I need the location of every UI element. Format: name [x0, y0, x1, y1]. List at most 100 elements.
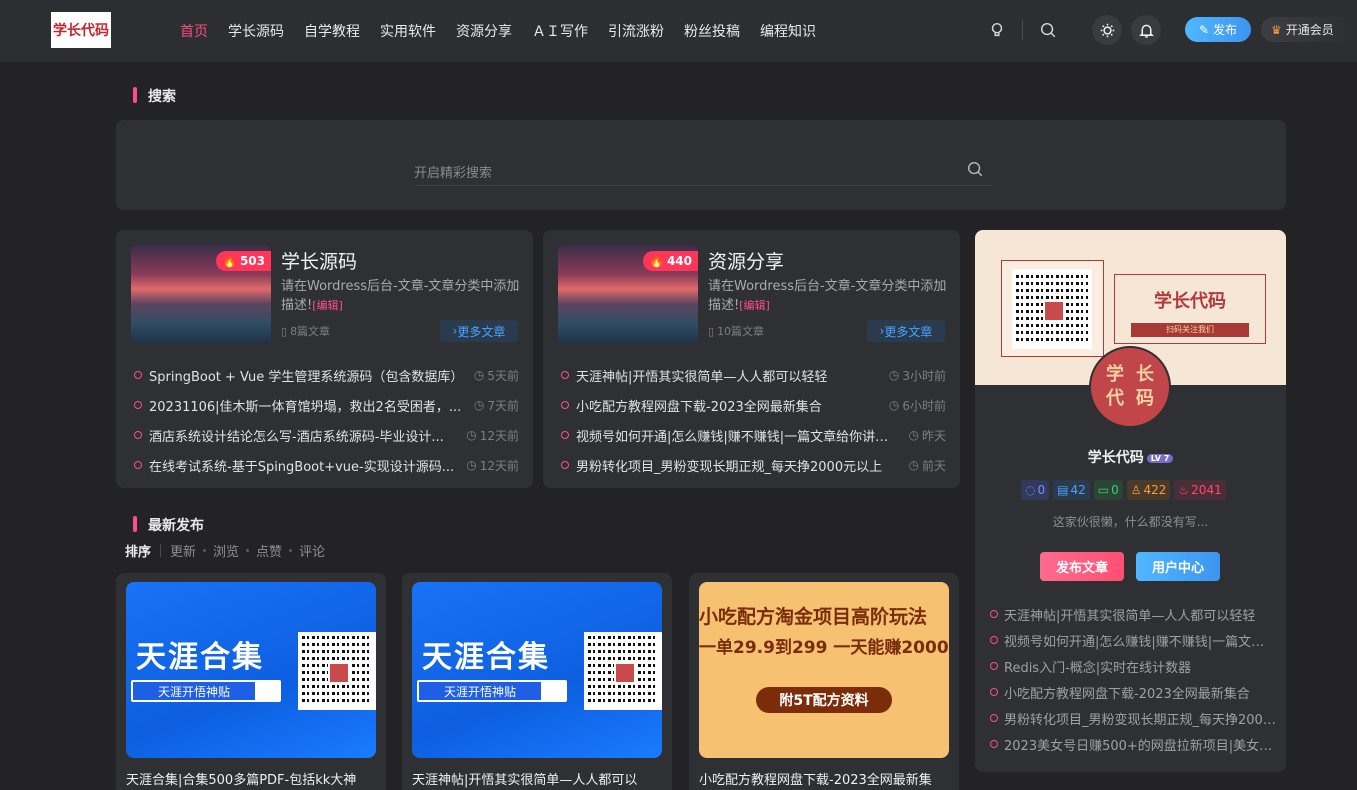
list-item[interactable]: 视频号如何开通|怎么赚钱|赚不赚钱|一篇文章给你讲清楚 — [990, 627, 1277, 653]
list-item[interactable]: 2023美女号日赚500+的网盘拉新项目|美女号变现 — [990, 731, 1277, 757]
stat-likes[interactable]: ♙ 422 — [1126, 480, 1171, 500]
category-card-source: 🔥 503 学长源码 请在Wordress后台-文章-文章分类中添加描述![编辑]… — [116, 230, 533, 488]
sort-option-likes[interactable]: 点赞 — [256, 541, 282, 560]
sort-divider — [160, 544, 162, 557]
post-title[interactable]: 小吃配方教程网盘下载-2023全网最新集 — [699, 769, 954, 788]
list-item[interactable]: 小吃配方教程网盘下载-2023全网最新集合 — [990, 679, 1277, 705]
author-name[interactable]: 学长代码 LV 7 — [975, 447, 1286, 467]
thumb-bar-text: 天涯开悟神贴 — [419, 682, 541, 700]
post-time: ◷ 6小时前 — [889, 397, 946, 414]
more-articles-button[interactable]: › 更多文章 — [440, 320, 518, 342]
post-title: 20231106|佳木斯一体育馆坍塌，救出2名受困者，... — [149, 399, 462, 415]
search-icon[interactable] — [1037, 19, 1059, 41]
post-time-text: 12天前 — [479, 428, 519, 443]
list-item[interactable]: 男粉转化项目_男粉变现长期正规_每天挣2000元以上 — [990, 705, 1277, 731]
list-item[interactable]: 天涯神帖|开悟其实很简单—人人都可以轻轻 — [990, 601, 1277, 627]
list-item[interactable]: 男粉转化项目_男粉变现长期正规_每天挣2000元以上 ◷ 前天 — [561, 450, 946, 480]
nav-item-submission[interactable]: 粉丝投稿 — [684, 21, 740, 41]
thumb-headline: 天涯合集 — [136, 640, 264, 675]
nav-item-resources[interactable]: 资源分享 — [456, 21, 512, 41]
lightbulb-icon[interactable] — [986, 19, 1008, 41]
list-item[interactable]: Redis入门-概念|实时在线计数器 — [990, 653, 1277, 679]
stat-articles[interactable]: ▤ 42 — [1053, 480, 1090, 500]
post-card[interactable]: 天涯合集 天涯开悟神贴 天涯合集|合集500多篇PDF-包括kk大神 — [116, 573, 386, 790]
search-input[interactable]: 开启精彩搜索 — [414, 158, 994, 186]
list-item[interactable]: 在线考试系统-基于SpingBoot+vue-实现设计源码... ◷ 12天前 — [134, 450, 519, 480]
publish-label: 发布 — [1213, 23, 1238, 37]
publish-button[interactable]: ✎ 发布 — [1185, 17, 1251, 42]
post-title: 天涯神帖|开悟其实很简单—人人都可以轻轻 — [576, 369, 828, 385]
post-thumbnail[interactable]: 天涯合集 天涯开悟神贴 — [126, 582, 376, 758]
list-item[interactable]: 酒店系统设计结论怎么写-酒店系统源码-毕业设计... ◷ 12天前 — [134, 420, 519, 450]
category-thumbnail[interactable]: 🔥 503 — [131, 245, 271, 343]
post-title: 视频号如何开通|怎么赚钱|赚不赚钱|一篇文章给你讲清楚 — [1004, 634, 1277, 650]
post-time: ◷ 7天前 — [474, 397, 519, 414]
post-title[interactable]: 天涯神帖|开悟其实很简单—人人都可以 — [412, 769, 667, 788]
post-title: SpringBoot + Vue 学生管理系统源码（包含数据库） — [149, 369, 464, 385]
stat-hot[interactable]: ♨ 2041 — [1174, 480, 1226, 500]
thumb-headline: 天涯合集 — [422, 640, 550, 675]
nav-item-traffic[interactable]: 引流涨粉 — [608, 21, 664, 41]
post-card[interactable]: 小吃配方淘金项目高阶玩法 一单29.9到299 一天能赚2000 附5T配方资料… — [689, 573, 959, 790]
latest-section-title: 最新发布 — [133, 515, 204, 535]
hot-count: 503 — [239, 254, 265, 268]
site-logo[interactable]: 学长代码 — [51, 12, 111, 48]
list-item[interactable]: 视频号如何开通|怎么赚钱|赚不赚钱|一篇文章给你讲清楚 ◷ 昨天 — [561, 420, 946, 450]
vip-button[interactable]: ♛ 开通会员 — [1261, 17, 1351, 42]
list-item[interactable]: 小吃配方教程网盘下载-2023全网最新集合 ◷ 6小时前 — [561, 390, 946, 420]
user-center-button[interactable]: 用户中心 — [1136, 552, 1220, 581]
sort-option-comments[interactable]: 评论 — [299, 541, 325, 560]
post-title[interactable]: 天涯合集|合集500多篇PDF-包括kk大神 — [126, 769, 381, 788]
document-icon: ▯ — [708, 324, 715, 338]
bell-icon[interactable] — [1131, 15, 1161, 45]
post-time-text: 前天 — [921, 458, 946, 473]
clock-icon: ◷ — [473, 368, 485, 382]
post-time: ◷ 昨天 — [909, 427, 947, 444]
post-time-text: 昨天 — [921, 428, 946, 443]
nav-item-ai-writing[interactable]: ＡＩ写作 — [532, 21, 588, 41]
nav-item-programming[interactable]: 编程知识 — [760, 21, 816, 41]
more-articles-button[interactable]: › 更多文章 — [867, 320, 945, 342]
post-time-text: 5天前 — [487, 368, 519, 383]
publish-article-button[interactable]: 发布文章 — [1040, 552, 1124, 581]
vip-label: 开通会员 — [1285, 23, 1334, 37]
list-item[interactable]: SpringBoot + Vue 学生管理系统源码（包含数据库） ◷ 5天前 — [134, 360, 519, 390]
stat-value: 422 — [1143, 483, 1167, 497]
list-item[interactable]: 20231106|佳木斯一体育馆坍塌，救出2名受困者，... ◷ 7天前 — [134, 390, 519, 420]
category-thumbnail[interactable]: 🔥 440 — [558, 245, 698, 343]
list-item[interactable]: 天涯神帖|开悟其实很简单—人人都可以轻轻 ◷ 3小时前 — [561, 360, 946, 390]
edit-link[interactable]: [编辑] — [312, 299, 343, 312]
nav-item-home[interactable]: 首页 — [180, 21, 208, 41]
clock-icon: ◷ — [466, 428, 477, 442]
nav-item-software[interactable]: 实用软件 — [380, 21, 436, 41]
document-icon: ▯ — [281, 324, 288, 338]
sort-option-views[interactable]: 浏览 — [213, 541, 239, 560]
thumb-bar-text: 天涯开悟神贴 — [133, 682, 255, 700]
category-name[interactable]: 学长源码 — [281, 247, 357, 274]
bullet-icon — [561, 461, 569, 469]
post-title: 小吃配方教程网盘下载-2023全网最新集合 — [1004, 686, 1250, 702]
post-time: ◷ 12天前 — [466, 457, 519, 474]
qr-code — [584, 632, 662, 710]
nav-item-tutorial[interactable]: 自学教程 — [304, 21, 360, 41]
sort-option-updated[interactable]: 更新 — [170, 541, 196, 560]
category-name[interactable]: 资源分享 — [708, 247, 784, 274]
article-count: ▯ 8篇文章 — [281, 323, 330, 339]
stat-comments[interactable]: ◌ 0 — [1021, 480, 1050, 500]
search-submit-icon[interactable] — [966, 160, 984, 178]
post-thumbnail[interactable]: 小吃配方淘金项目高阶玩法 一单29.9到299 一天能赚2000 附5T配方资料 — [699, 582, 949, 758]
bullet-icon — [990, 662, 998, 670]
post-thumbnail[interactable]: 天涯合集 天涯开悟神贴 — [412, 582, 662, 758]
nav-item-source[interactable]: 学长源码 — [228, 21, 284, 41]
author-bio: 这家伙很懒，什么都没有写... — [1052, 515, 1209, 529]
fire-icon: 🔥 — [648, 254, 664, 268]
bullet-icon — [134, 371, 142, 379]
fire-icon: ♨ — [1178, 483, 1190, 497]
post-card[interactable]: 天涯合集 天涯开悟神贴 天涯神帖|开悟其实很简单—人人都可以 — [402, 573, 672, 790]
theme-toggle-icon[interactable] — [1092, 15, 1122, 45]
bullet-icon — [561, 401, 569, 409]
chat-icon: ▭ — [1097, 483, 1110, 497]
stat-chats[interactable]: ▭ 0 — [1093, 480, 1123, 500]
avatar[interactable]: 学长 代码 — [1089, 346, 1171, 428]
edit-link[interactable]: [编辑] — [739, 299, 770, 312]
